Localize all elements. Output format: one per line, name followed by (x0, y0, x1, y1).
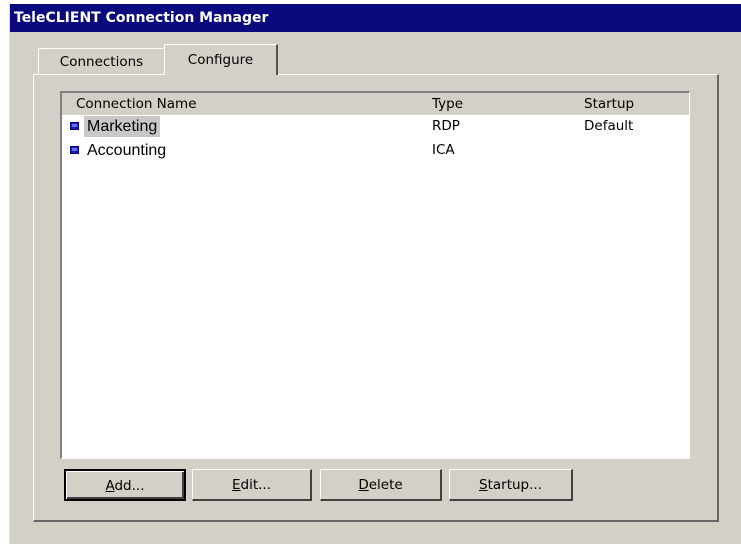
delete-button[interactable]: Delete (320, 469, 442, 501)
column-header-startup[interactable]: Startup (584, 93, 684, 115)
column-header-connection-name[interactable]: Connection Name (76, 93, 406, 115)
startup-button-label: tartup... (487, 477, 542, 493)
list-item[interactable]: Marketing RDP Default (62, 115, 689, 139)
startup-button[interactable]: Startup... (449, 469, 573, 501)
list-item[interactable]: Accounting ICA (62, 139, 689, 163)
delete-button-mnemonic: D (358, 477, 369, 493)
connection-icon (70, 122, 79, 130)
startup-button-mnemonic: S (479, 477, 488, 493)
connection-type: RDP (432, 118, 460, 134)
configure-panel: Connection Name Type Startup Marketing R… (33, 74, 719, 522)
connection-startup: Default (584, 118, 634, 134)
edit-button-label: dit... (240, 477, 272, 493)
connection-type: ICA (432, 142, 455, 158)
connection-name: Marketing (84, 116, 161, 137)
window-title: TeleCLIENT Connection Manager (10, 4, 741, 32)
connection-manager-window: TeleCLIENT Connection Manager Connection… (9, 4, 741, 544)
connection-icon (70, 146, 79, 154)
connection-list[interactable]: Connection Name Type Startup Marketing R… (60, 91, 690, 459)
tab-connections[interactable]: Connections (38, 48, 164, 75)
edit-button[interactable]: Edit... (192, 469, 312, 501)
column-header-type[interactable]: Type (432, 93, 572, 115)
tab-configure[interactable]: Configure (164, 44, 278, 75)
list-header: Connection Name Type Startup (62, 93, 689, 115)
add-button-label: dd... (114, 478, 145, 494)
delete-button-label: elete (368, 477, 403, 493)
edit-button-mnemonic: E (231, 477, 241, 493)
connection-name: Accounting (87, 142, 167, 159)
add-button[interactable]: Add... (64, 469, 186, 501)
